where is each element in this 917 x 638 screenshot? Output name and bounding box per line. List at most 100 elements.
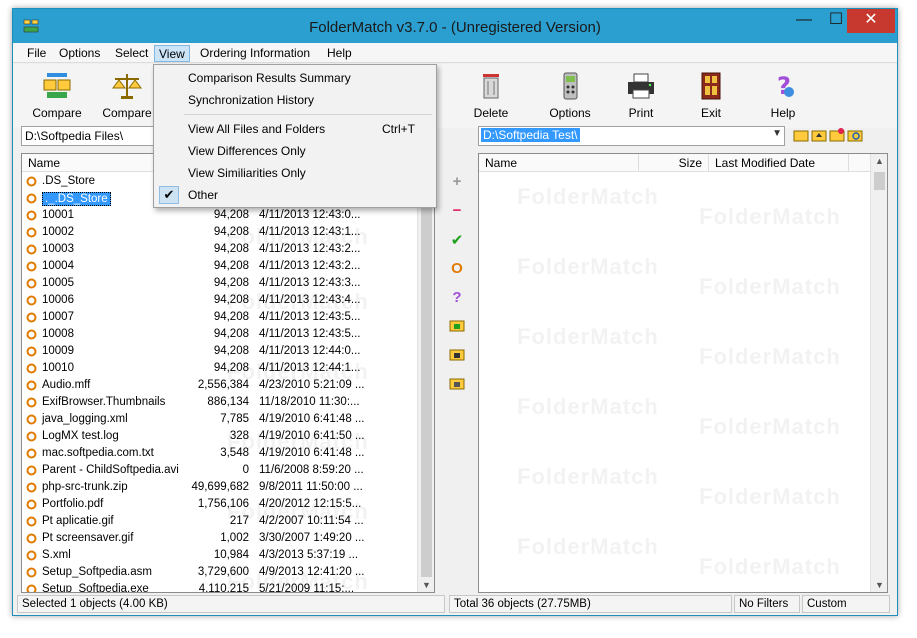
open-folder-icon[interactable] <box>793 127 809 143</box>
menu-file[interactable]: File <box>23 45 50 62</box>
menu-synchronization-history[interactable]: Synchronization History <box>154 90 436 110</box>
table-row[interactable]: Portfolio.pdf 1,756,106 4/20/2012 12:15:5.… <box>22 496 414 513</box>
scroll-thumb[interactable] <box>421 172 432 577</box>
table-row[interactable]: Setup_Softpedia.exe 4,110,215 5/21/2009 11… <box>22 581 414 593</box>
menu-item-label: View Similiarities Only <box>188 166 306 180</box>
plus-icon[interactable]: + <box>447 173 467 191</box>
question-icon[interactable]: ? <box>447 289 467 307</box>
table-row[interactable]: 10004 94,208 4/11/2013 12:43:2... <box>22 258 414 275</box>
window-title: FolderMatch v3.7.0 - (Unregistered Versi… <box>309 19 601 36</box>
table-row[interactable]: 10003 94,208 4/11/2013 12:43:2... <box>22 241 414 258</box>
menu-comparison-results-summary[interactable]: Comparison Results Summary <box>154 68 436 88</box>
file-status-icon <box>26 261 37 272</box>
file-status-icon <box>26 227 37 238</box>
table-row[interactable]: 10010 94,208 4/11/2013 12:44:1... <box>22 360 414 377</box>
table-row[interactable]: Audio.mff 2,556,384 4/23/2010 5:21:09 ... <box>22 377 414 394</box>
chevron-down-icon[interactable]: ▼ <box>772 128 782 139</box>
table-row[interactable]: Setup_Softpedia.asm 3,729,600 4/9/2013 12:… <box>22 564 414 581</box>
close-button[interactable]: ✕ <box>847 9 895 33</box>
file-name: 10002 <box>42 226 74 238</box>
print-button[interactable]: Print <box>611 66 671 124</box>
check-icon[interactable]: ✔ <box>447 231 467 249</box>
right-file-list[interactable]: Name Size Last Modified Date FolderMatch… <box>478 153 888 593</box>
menu-view[interactable]: View <box>154 45 190 62</box>
file-date: 4/19/2010 6:41:50 ... <box>259 430 365 442</box>
menu-view-differences-only[interactable]: View Differences Only <box>154 141 436 161</box>
file-name: ._.DS_Store <box>42 192 111 206</box>
left-file-list[interactable]: Name FolderMatch FolderMatch FolderMatch… <box>21 153 435 593</box>
menu-help[interactable]: Help <box>323 45 356 62</box>
file-name: Parent - ChildSoftpedia.avi <box>42 464 179 476</box>
scroll-down-icon[interactable]: ▼ <box>871 580 887 590</box>
table-row[interactable]: java_logging.xml 7,785 4/19/2010 6:41:48 .… <box>22 411 414 428</box>
watermark-text: FolderMatch <box>517 394 659 419</box>
table-row[interactable]: Parent - ChildSoftpedia.avi 0 11/6/2008 8:… <box>22 462 414 479</box>
search-folder-icon[interactable] <box>847 127 863 143</box>
menu-other[interactable]: ✔ Other <box>154 185 436 205</box>
table-row[interactable]: php-src-trunk.zip 49,699,682 9/8/2011 11:5… <box>22 479 414 496</box>
exit-button[interactable]: Exit <box>681 66 741 124</box>
watermark-text: FolderMatch <box>699 204 841 229</box>
column-header-size[interactable]: Size <box>639 154 709 172</box>
menu-view-all-files-and-folders[interactable]: View All Files and Folders Ctrl+T <box>154 119 436 139</box>
left-scrollbar[interactable]: ▲ ▼ <box>417 154 434 592</box>
scroll-up-icon[interactable]: ▲ <box>871 156 887 166</box>
column-header-date[interactable]: Last Modified Date <box>709 154 849 172</box>
file-name: Setup_Softpedia.exe <box>42 583 149 593</box>
right-list-header: Name Size Last Modified Date <box>479 154 887 172</box>
table-row[interactable]: 10001 94,208 4/11/2013 12:43:0... <box>22 207 414 224</box>
compare-scales-button[interactable]: Compare <box>97 66 157 124</box>
column-header-name[interactable]: Name <box>479 154 639 172</box>
menu-options[interactable]: Options <box>55 45 104 62</box>
table-row[interactable]: ExifBrowser.Thumbnails 886,134 11/18/2010 … <box>22 394 414 411</box>
file-status-icon <box>26 533 37 544</box>
minus-icon[interactable]: − <box>447 202 467 220</box>
table-row[interactable]: 10008 94,208 4/11/2013 12:43:5... <box>22 326 414 343</box>
menu-select[interactable]: Select <box>111 45 152 62</box>
table-row[interactable]: 10007 94,208 4/11/2013 12:43:5... <box>22 309 414 326</box>
table-row[interactable]: 10006 94,208 4/11/2013 12:43:4... <box>22 292 414 309</box>
options-button[interactable]: Options <box>540 66 600 124</box>
table-row[interactable]: mac.softpedia.com.txt 3,548 4/19/2010 6:41… <box>22 445 414 462</box>
right-path-field[interactable]: D:\Softpedia Test\ ▼ <box>478 126 785 146</box>
right-scrollbar[interactable]: ▲ ▼ <box>870 154 887 592</box>
folder-check-icon[interactable] <box>447 318 467 336</box>
file-size: 886,134 <box>207 396 249 408</box>
file-size: 2,556,384 <box>197 379 249 391</box>
file-date: 4/19/2010 6:41:48 ... <box>259 447 365 459</box>
file-status-icon <box>26 329 37 340</box>
title-bar[interactable]: FolderMatch v3.7.0 - (Unregistered Versi… <box>13 9 897 43</box>
scroll-thumb[interactable] <box>874 172 885 190</box>
table-row[interactable]: S.xml 10,984 4/3/2013 5:37:19 ... <box>22 547 414 564</box>
left-path-field[interactable]: D:\Softpedia Files\ <box>21 126 159 146</box>
compare-folders-icon <box>43 73 71 98</box>
minimize-button[interactable]: — <box>789 9 819 33</box>
table-row[interactable]: Pt screensaver.gif 1,002 3/30/2007 1:49:20… <box>22 530 414 547</box>
file-date: 4/11/2013 12:43:1... <box>259 226 361 238</box>
table-row[interactable]: 10002 94,208 4/11/2013 12:43:1... <box>22 224 414 241</box>
file-status-icon <box>26 295 37 306</box>
view-menu-dropdown: Comparison Results Summary Synchronizati… <box>153 64 437 208</box>
watermark-text: FolderMatch <box>517 184 659 209</box>
help-button[interactable]: ? Help <box>753 66 813 124</box>
folder-up-icon[interactable] <box>811 127 827 143</box>
watermark-text: FolderMatch <box>517 464 659 489</box>
compare-button[interactable]: Compare <box>27 66 87 124</box>
menu-ordering-information[interactable]: Ordering Information <box>196 45 314 62</box>
file-date: 3/30/2007 1:49:20 ... <box>259 532 365 544</box>
folder-x-icon[interactable] <box>447 347 467 365</box>
table-row[interactable]: Pt aplicatie.gif 217 4/2/2007 10:11:54 ... <box>22 513 414 530</box>
file-name: ExifBrowser.Thumbnails <box>42 396 166 408</box>
file-size: 10,984 <box>213 549 249 561</box>
menu-view-similiarities-only[interactable]: View Similiarities Only <box>154 163 436 183</box>
table-row[interactable]: LogMX test.log 328 4/19/2010 6:41:50 ... <box>22 428 414 445</box>
scroll-down-icon[interactable]: ▼ <box>418 580 434 590</box>
table-row[interactable]: 10005 94,208 4/11/2013 12:43:3... <box>22 275 414 292</box>
folder-camera-icon[interactable] <box>447 376 467 394</box>
file-status-icon <box>26 482 37 493</box>
table-row[interactable]: 10009 94,208 4/11/2013 12:44:0... <box>22 343 414 360</box>
file-status-icon <box>26 244 37 255</box>
new-folder-icon[interactable] <box>829 127 845 143</box>
circle-o-icon[interactable]: O <box>447 260 467 278</box>
delete-button[interactable]: Delete <box>461 66 521 124</box>
